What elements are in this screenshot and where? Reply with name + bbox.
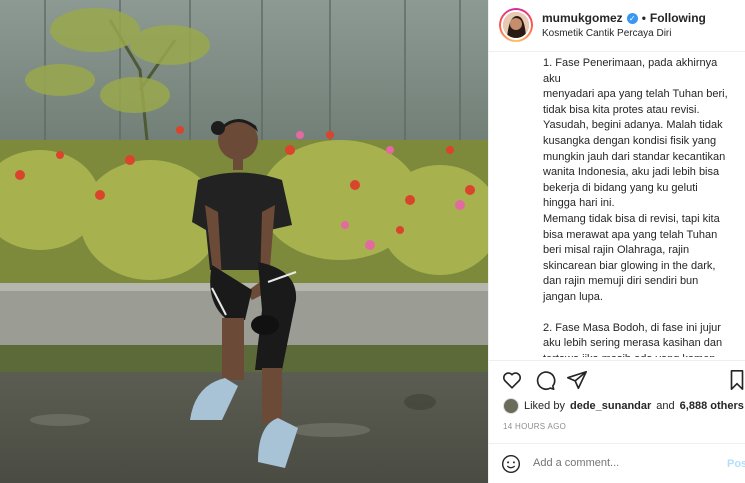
username[interactable]: mumukgomez [542,11,623,25]
post-timestamp[interactable]: 14 HOURS AGO [503,422,566,431]
comment-bubble-icon[interactable] [534,369,556,391]
comment-bar: Post [489,443,745,483]
story-ring[interactable] [499,8,533,42]
smiley-icon[interactable] [501,454,521,474]
post-location[interactable]: Kosmetik Cantik Percaya Diri [542,28,671,39]
post-photo[interactable] [0,0,488,483]
post-comment-button[interactable]: Post [727,458,745,470]
likes-connector: and [656,400,675,412]
heart-icon[interactable] [501,369,523,391]
caption-paragraph-1: 1. Fase Penerimaan, pada akhirnya aku me… [543,57,728,303]
paper-plane-icon[interactable] [566,369,588,391]
post-photo-illustration [0,0,488,483]
action-bar [489,360,745,398]
liker-avatar[interactable] [503,398,519,414]
likes-others-link[interactable]: 6,888 others [680,400,744,412]
separator-dot: • [641,11,646,25]
post-header: mumukgomez ✓ • Following Kosmetik Cantik… [489,0,745,52]
caption: 1. Fase Penerimaan, pada akhirnya aku me… [489,52,745,357]
caption-paragraph-2: 2. Fase Masa Bodoh, di fase ini jujur ak… [543,321,723,358]
post-sidebar: mumukgomez ✓ • Following Kosmetik Cantik… [488,0,745,483]
comment-input[interactable] [533,457,713,469]
avatar[interactable] [501,10,531,40]
bookmark-icon[interactable] [728,369,745,391]
avatar-image [503,12,529,38]
likes-prefix: Liked by [524,400,565,412]
liker-username[interactable]: dede_sunandar [570,400,651,412]
following-button[interactable]: Following [650,11,706,25]
verified-badge-icon: ✓ [626,12,638,24]
username-row: mumukgomez ✓ • Following [542,11,706,25]
likes-summary: Liked by dede_sunandar and 6,888 others [503,398,744,414]
